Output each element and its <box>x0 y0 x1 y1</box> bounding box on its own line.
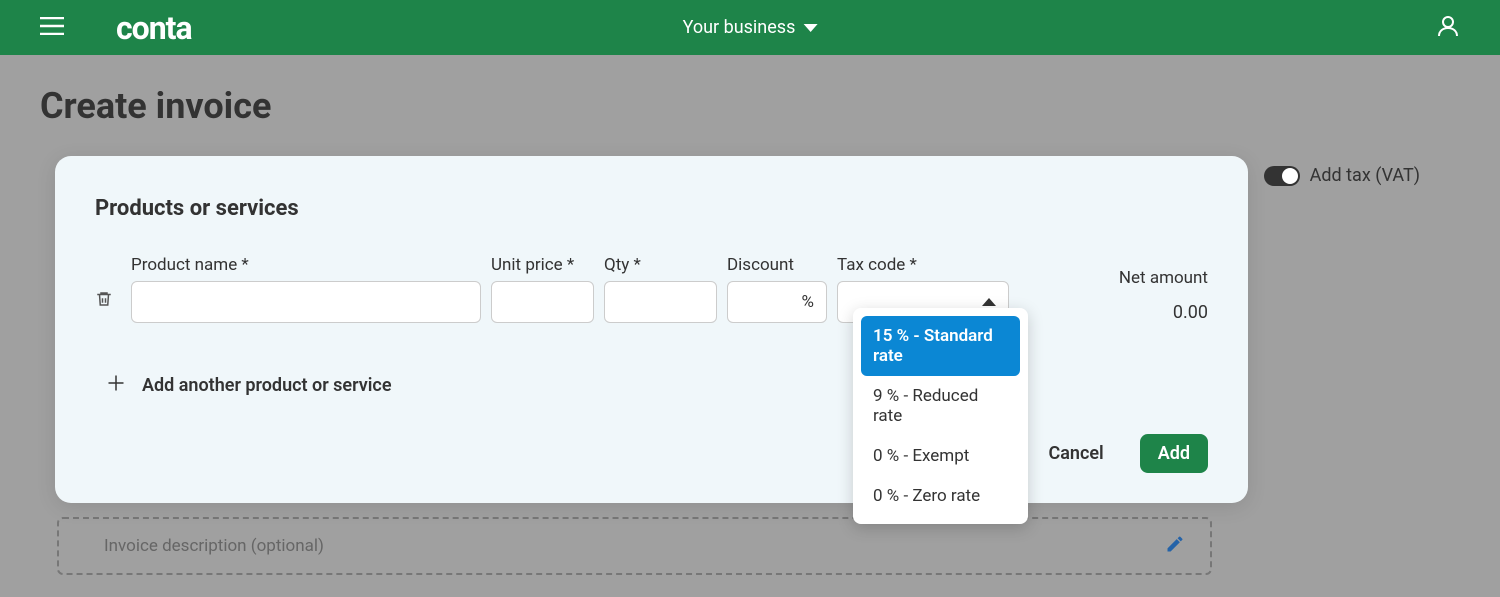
product-name-label: Product name * <box>131 255 481 275</box>
discount-input[interactable] <box>737 282 802 322</box>
qty-input[interactable] <box>604 281 717 323</box>
header-left: conta <box>40 9 192 47</box>
toggle-knob <box>1282 168 1298 184</box>
business-label: Your business <box>683 17 796 38</box>
discount-input-wrap: % <box>727 281 827 323</box>
business-selector[interactable]: Your business <box>683 17 818 38</box>
product-name-field: Product name * <box>131 255 481 323</box>
caret-down-icon <box>803 24 817 32</box>
user-icon[interactable] <box>1436 14 1460 42</box>
app-header: conta Your business <box>0 0 1500 55</box>
unit-price-field: Unit price * <box>491 255 594 323</box>
tax-option-zero[interactable]: 0 % - Zero rate <box>861 476 1020 516</box>
discount-label: Discount <box>727 255 827 275</box>
modal-title: Products or services <box>95 196 1208 221</box>
modal-footer: Cancel Add <box>95 434 1208 473</box>
cancel-button[interactable]: Cancel <box>1048 443 1103 464</box>
add-button[interactable]: Add <box>1140 434 1208 473</box>
tax-toggle[interactable] <box>1264 166 1300 186</box>
qty-label: Qty * <box>604 255 717 275</box>
net-amount-label: Net amount <box>1098 268 1208 288</box>
invoice-description-placeholder: Invoice description (optional) <box>104 536 324 556</box>
net-amount-column: Net amount 0.00 <box>1098 268 1208 323</box>
unit-price-label: Unit price * <box>491 255 594 275</box>
net-amount-value: 0.00 <box>1098 302 1208 323</box>
discount-field: Discount % <box>727 255 827 323</box>
product-name-input[interactable] <box>131 281 481 323</box>
add-another-button[interactable]: Add another product or service <box>95 373 1208 398</box>
caret-up-icon <box>982 298 996 306</box>
logo: conta <box>116 9 192 47</box>
tax-code-dropdown: 15 % - Standard rate 9 % - Reduced rate … <box>853 308 1028 524</box>
product-modal: Products or services Product name * Unit… <box>55 156 1248 503</box>
qty-field: Qty * <box>604 255 717 323</box>
tax-toggle-row: Add tax (VAT) <box>1264 165 1420 186</box>
invoice-description-box[interactable]: Invoice description (optional) <box>57 517 1212 575</box>
plus-icon <box>107 373 125 398</box>
pencil-icon[interactable] <box>1165 534 1185 558</box>
add-another-label: Add another product or service <box>142 375 392 396</box>
menu-icon[interactable] <box>40 17 64 39</box>
tax-option-exempt[interactable]: 0 % - Exempt <box>861 436 1020 476</box>
page-body: Create invoice <box>0 55 1500 157</box>
tax-toggle-label: Add tax (VAT) <box>1310 165 1420 186</box>
unit-price-input[interactable] <box>491 281 594 323</box>
tax-code-label: Tax code * <box>837 255 1009 275</box>
tax-option-standard[interactable]: 15 % - Standard rate <box>861 316 1020 376</box>
discount-suffix: % <box>802 292 826 312</box>
tax-option-reduced[interactable]: 9 % - Reduced rate <box>861 376 1020 436</box>
product-row: Product name * Unit price * Qty * Discou… <box>95 255 1208 323</box>
trash-icon[interactable] <box>95 289 113 313</box>
page-title: Create invoice <box>40 85 1460 127</box>
